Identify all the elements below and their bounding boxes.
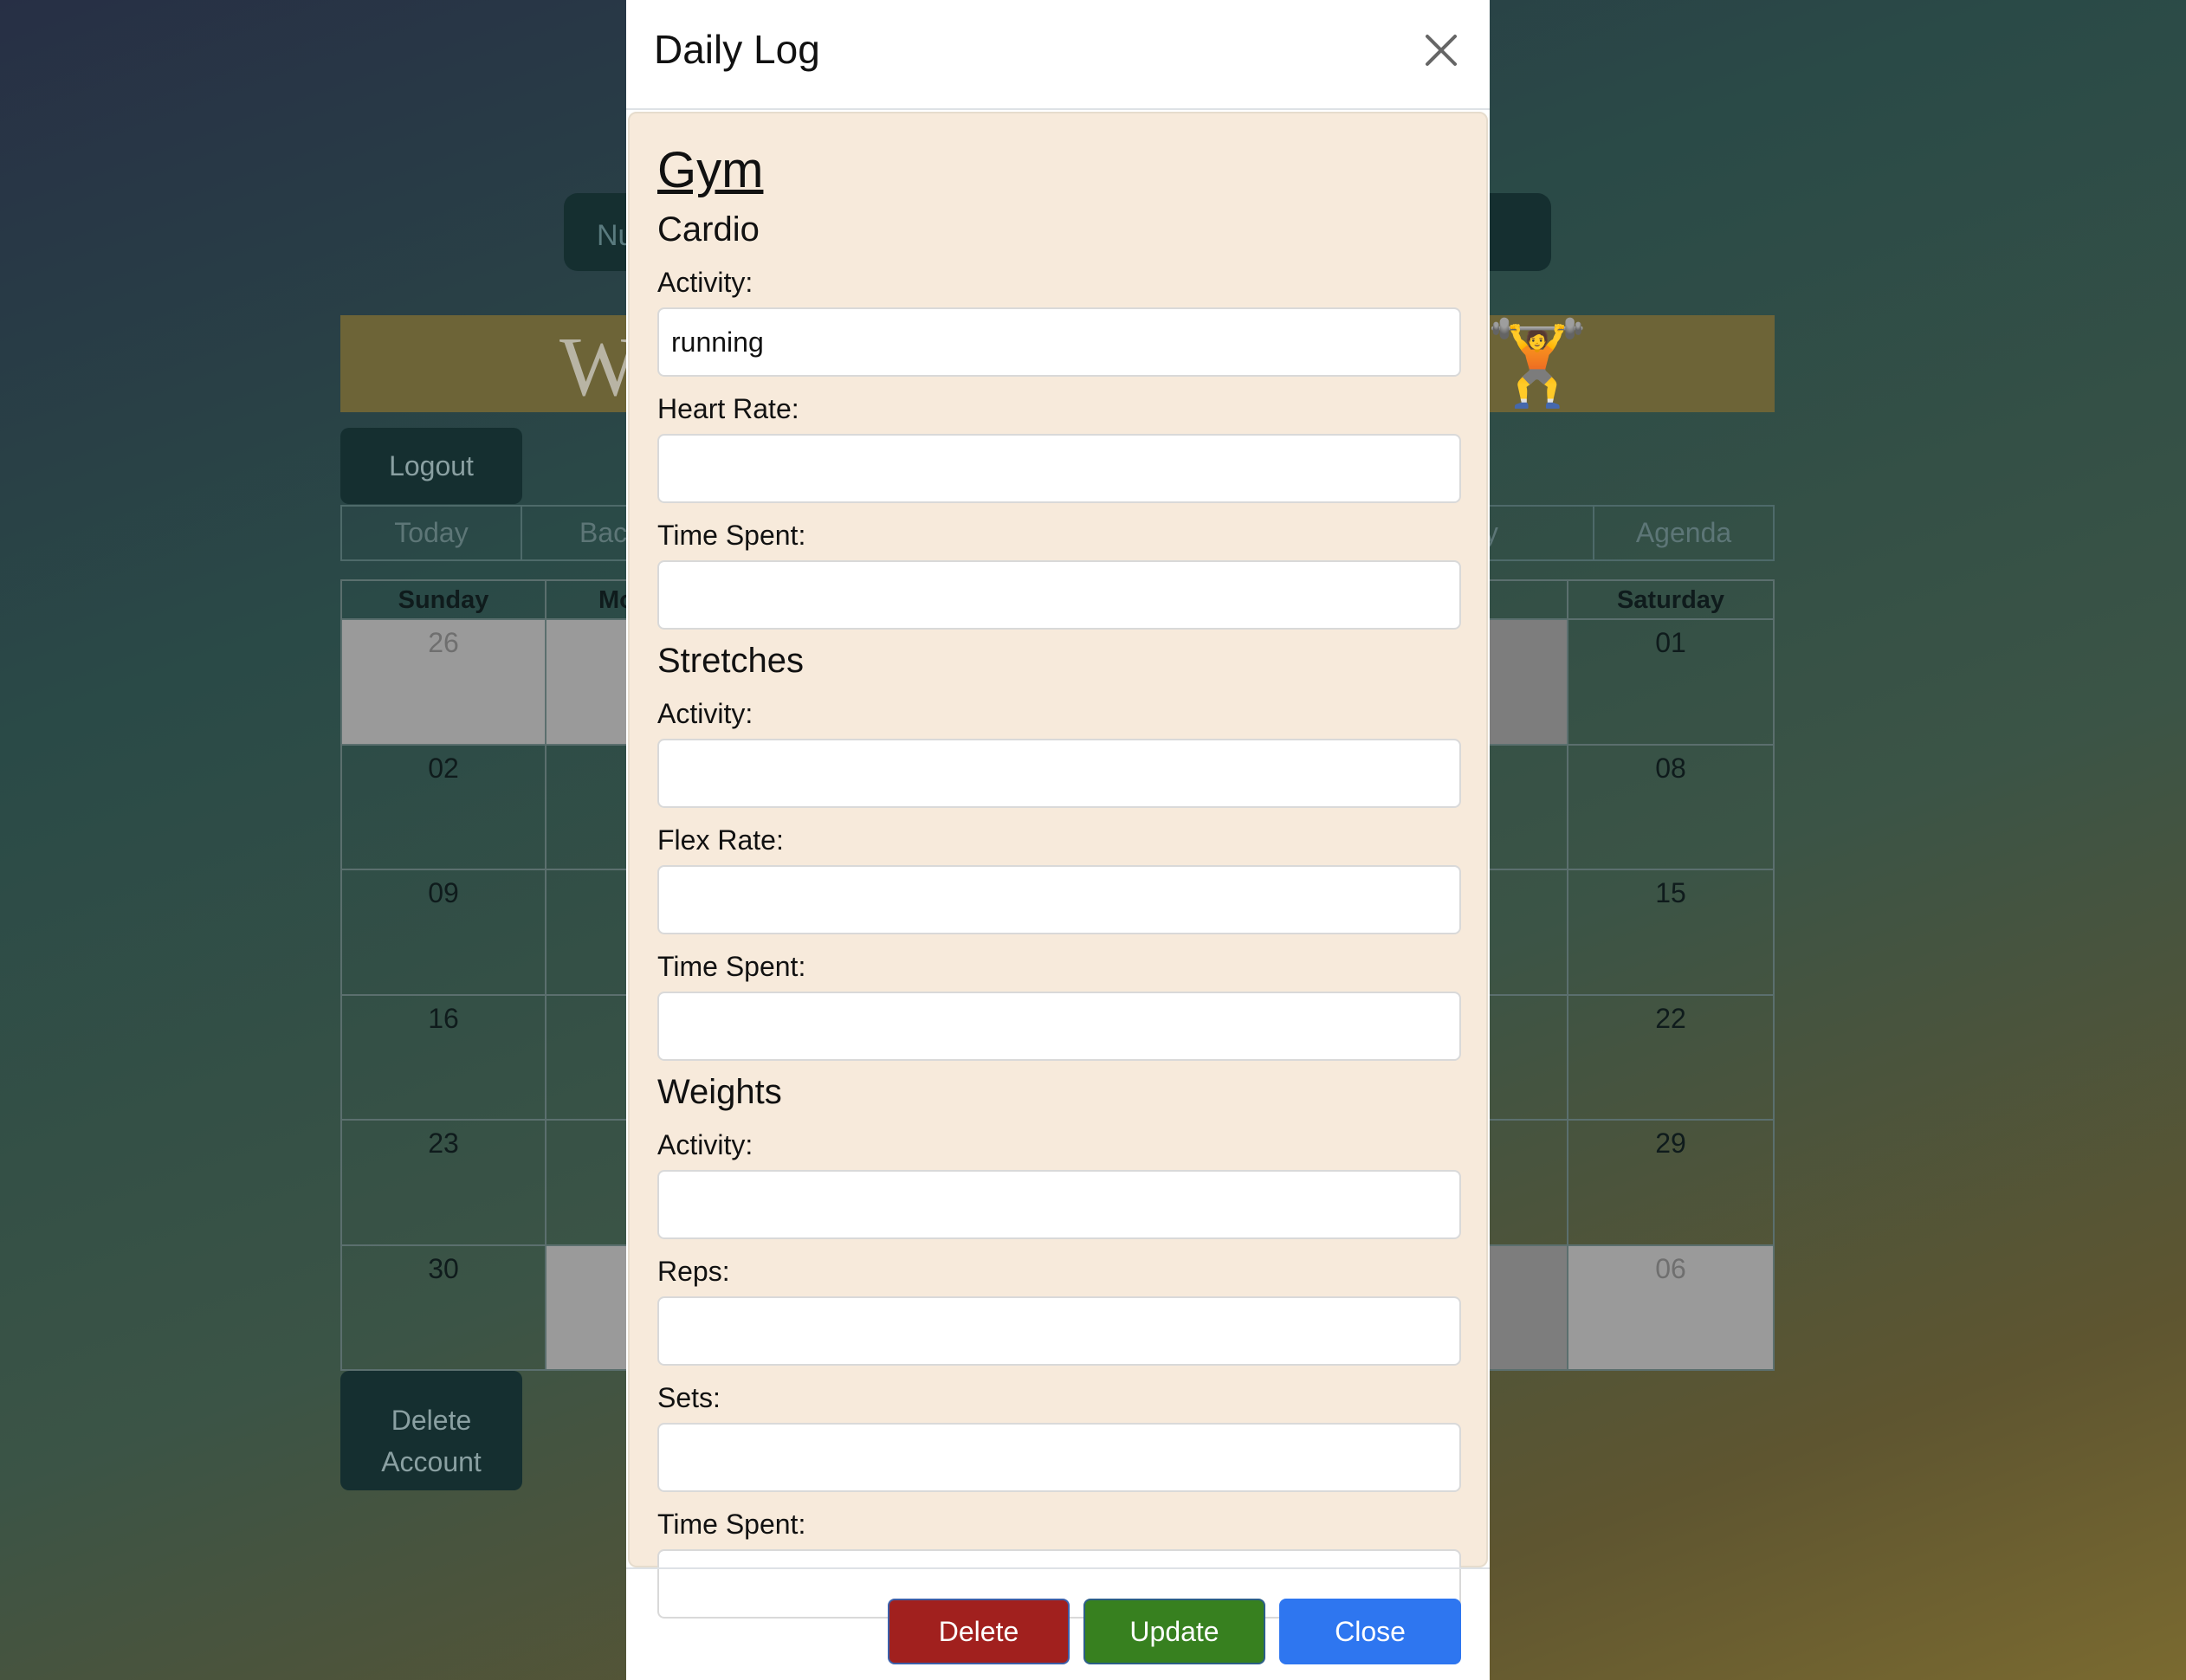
calendar-day-cell[interactable]: 30 — [342, 1245, 546, 1371]
close-icon[interactable] — [1415, 24, 1467, 76]
calendar-day-cell[interactable]: 01 — [1568, 620, 1773, 746]
update-button[interactable]: Update — [1083, 1599, 1265, 1664]
modal-header: Daily Log — [626, 0, 1490, 110]
calendar-day-cell[interactable]: 16 — [342, 995, 546, 1121]
day-header-sunday: Sunday — [342, 581, 546, 620]
stretches-title: Stretches — [657, 642, 804, 680]
cardio-activity-label: Activity: — [657, 267, 753, 298]
calendar-day-cell[interactable]: 22 — [1568, 996, 1773, 1121]
calendar-day-cell[interactable]: 26 — [342, 620, 546, 746]
delete-account-label: Delete Account — [381, 1405, 482, 1477]
cardio-time-input[interactable] — [657, 560, 1461, 630]
calendar-day-cell[interactable]: 09 — [342, 870, 546, 996]
modal-title: Daily Log — [654, 27, 820, 72]
weights-activity-label: Activity: — [657, 1129, 753, 1160]
calendar-day-cell[interactable]: 29 — [1568, 1121, 1773, 1246]
cardio-time-label: Time Spent: — [657, 520, 806, 551]
modal-body: Gym Cardio Activity: Heart Rate: Time Sp… — [628, 112, 1488, 1619]
heart-rate-input[interactable] — [657, 434, 1461, 503]
close-button[interactable]: Close — [1279, 1599, 1461, 1664]
toolbar-agenda-button[interactable]: Agenda — [1594, 507, 1773, 559]
calendar-day-cell[interactable]: 02 — [342, 745, 546, 870]
weights-time-label: Time Spent: — [657, 1509, 806, 1540]
modal-footer: Delete Update Close — [626, 1567, 1490, 1680]
calendar-day-cell[interactable]: 06 — [1568, 1245, 1773, 1371]
cardio-title: Cardio — [657, 210, 760, 249]
stretches-activity-label: Activity: — [657, 698, 753, 729]
delete-account-button[interactable]: Delete Account — [340, 1371, 522, 1490]
reps-input[interactable] — [657, 1296, 1461, 1366]
stretches-time-input[interactable] — [657, 992, 1461, 1061]
logout-button[interactable]: Logout — [340, 428, 522, 504]
stretches-activity-input[interactable] — [657, 739, 1461, 808]
sets-label: Sets: — [657, 1382, 721, 1413]
weightlifter-icon: 🏋️ — [1485, 317, 1589, 410]
cardio-activity-input[interactable] — [657, 307, 1461, 377]
sets-input[interactable] — [657, 1423, 1461, 1492]
flex-rate-input[interactable] — [657, 865, 1461, 934]
calendar-day-cell[interactable]: 08 — [1568, 746, 1773, 870]
reps-label: Reps: — [657, 1256, 730, 1287]
toolbar-today-button[interactable]: Today — [342, 507, 522, 559]
calendar-day-cell[interactable]: 15 — [1568, 870, 1773, 996]
delete-button[interactable]: Delete — [888, 1599, 1070, 1664]
heart-rate-label: Heart Rate: — [657, 393, 799, 424]
gym-section-title: Gym — [657, 142, 764, 198]
daily-log-modal: Daily Log Gym Cardio Activity: Heart Rat… — [626, 0, 1490, 1680]
stretches-time-label: Time Spent: — [657, 951, 806, 982]
weights-title: Weights — [657, 1073, 782, 1111]
flex-rate-label: Flex Rate: — [657, 824, 784, 856]
calendar-day-cell[interactable]: 23 — [342, 1121, 546, 1246]
day-header-saturday: Saturday — [1616, 586, 1725, 614]
weights-activity-input[interactable] — [657, 1170, 1461, 1239]
